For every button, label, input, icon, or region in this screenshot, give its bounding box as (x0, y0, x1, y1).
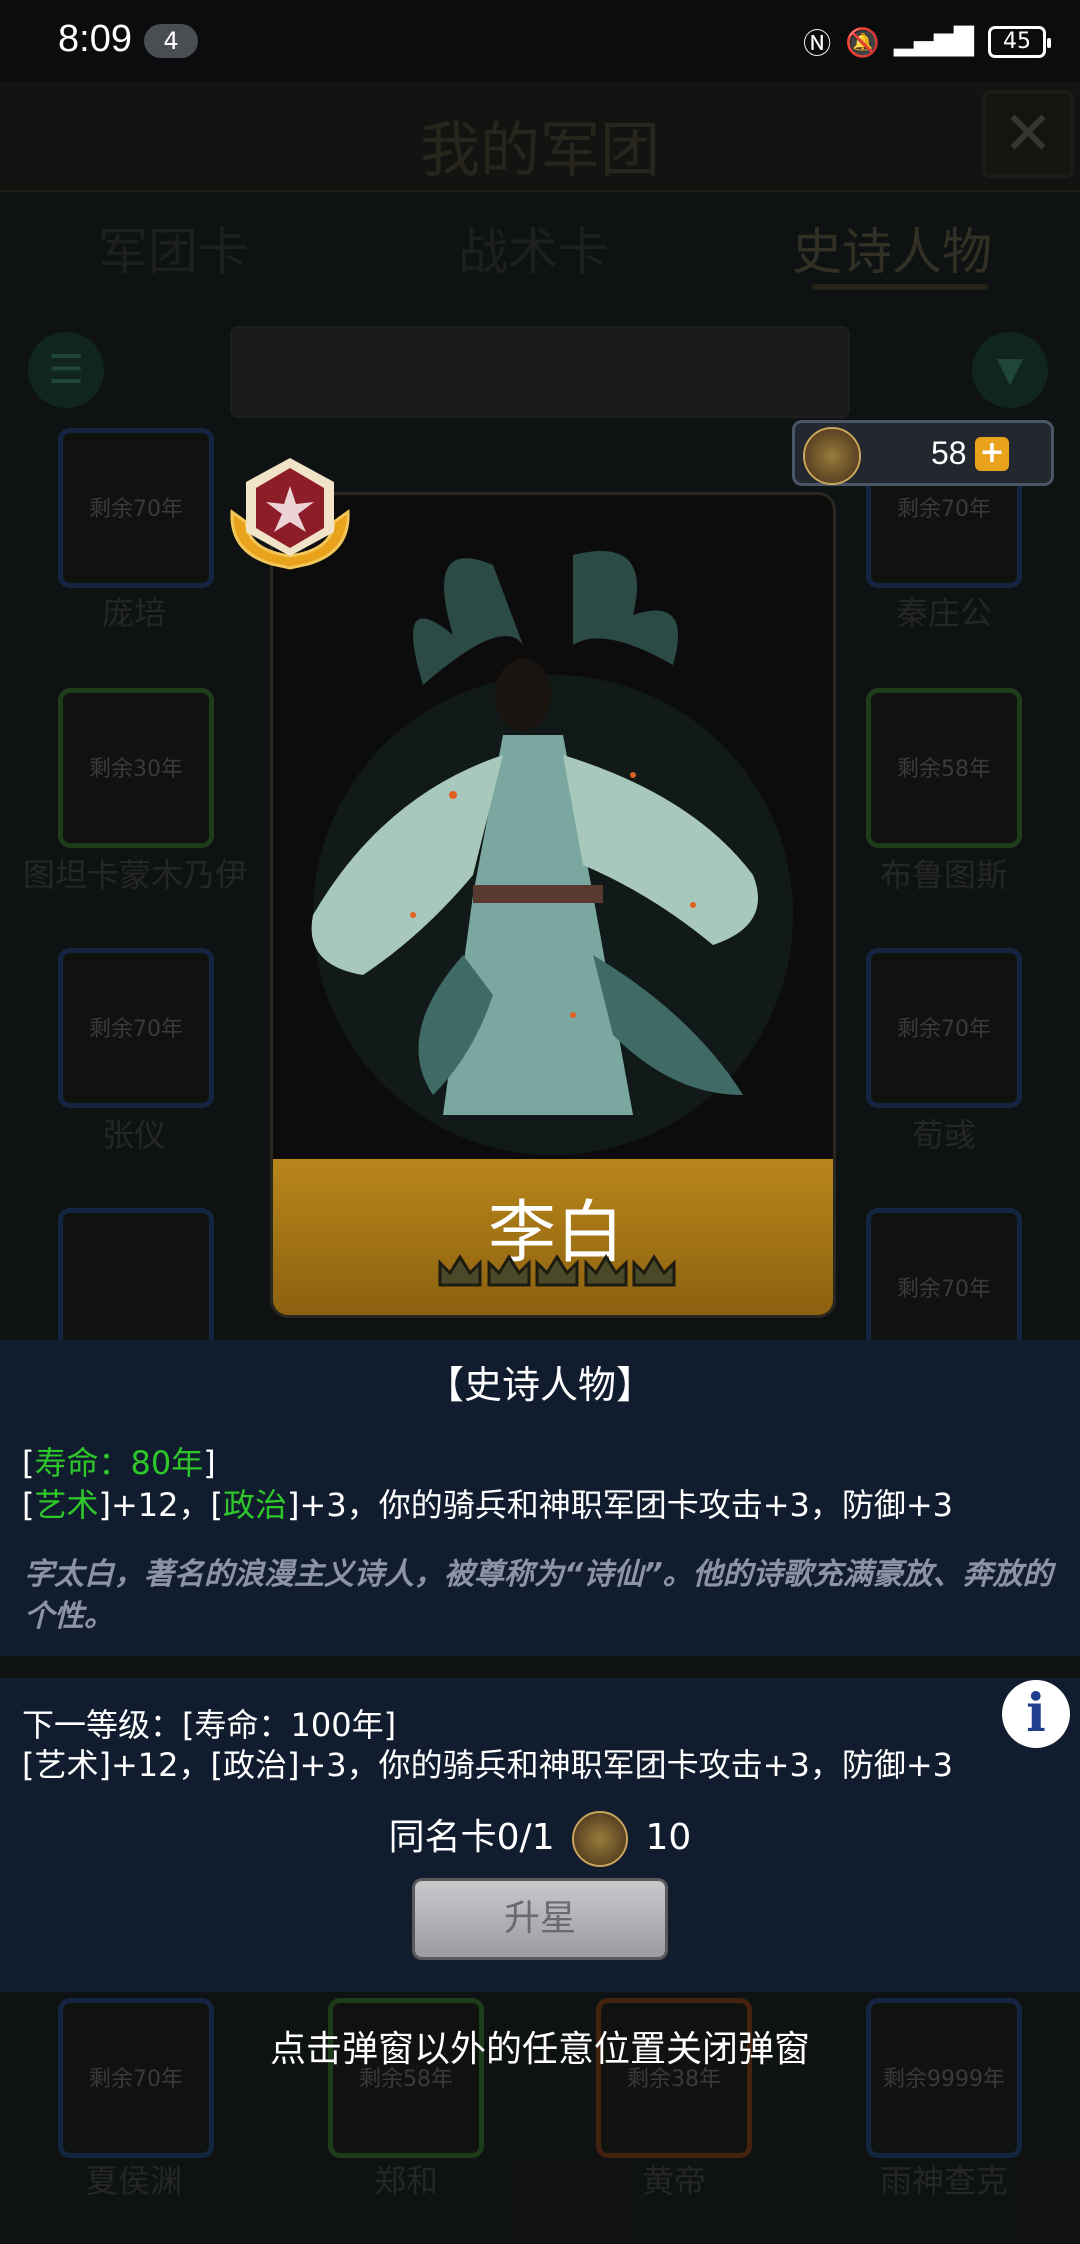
upgrade-star-button[interactable]: 升星 (412, 1878, 668, 1960)
crown-icon (487, 1254, 530, 1287)
attributes-line: [艺术]+12，[政治]+3，你的骑兵和神职军团卡攻击+3，防御+3 (22, 1486, 954, 1524)
status-bar: 8:09 4 Ⓝ 🔕 ▂▄▆█ 45 (0, 0, 1080, 82)
currency-pill: 58 + (792, 420, 1054, 486)
close-hint: 点击弹窗以外的任意位置关闭弹窗 (269, 2029, 810, 2070)
battery-level: 45 (1003, 29, 1031, 54)
currency-count: 58 (931, 435, 967, 471)
attr-rest: +3，你的骑兵和神职军团卡攻击+3，防御+3 (299, 1486, 954, 1524)
panel-title: 【史诗人物】 (425, 1363, 654, 1407)
attr-politics: 政治 (223, 1486, 288, 1524)
attr-art-value: +12， (110, 1486, 211, 1524)
crown-icon (438, 1254, 482, 1287)
flavor-text: 字太白，著名的浪漫主义诗人，被尊称为“诗仙”。他的诗歌充满豪放、奔放的个性。 (24, 1557, 1053, 1634)
upgrade-cost: 10 (645, 1817, 692, 1858)
status-time: 8:09 (58, 18, 132, 60)
status-icons: Ⓝ 🔕 ▂▄▆█ 45 (803, 22, 1051, 62)
mute-bell-icon: 🔕 (845, 25, 881, 59)
same-card-requirement: 同名卡0/1 10 (0, 1808, 1080, 1867)
legion-emblem-icon (803, 427, 861, 485)
add-currency-button[interactable]: + (975, 437, 1009, 471)
hero-card: 李白 (270, 492, 836, 1318)
epic-rank-badge-icon (230, 458, 350, 570)
signal-icon: ▂▄▆█ (894, 27, 974, 57)
crown-icon (632, 1254, 676, 1287)
lifespan-line: [寿命：80年] (22, 1444, 216, 1482)
legion-emblem-icon (572, 1811, 629, 1867)
same-card-label: 同名卡0/1 (388, 1817, 555, 1858)
next-level-attributes: [艺术]+12，[政治]+3，你的骑兵和神职军团卡攻击+3，防御+3 (22, 1746, 953, 1784)
notification-count-badge: 4 (144, 24, 198, 58)
star-rating (437, 1251, 677, 1301)
hero-info-panel: 【史诗人物】 [寿命：80年] [艺术]+12，[政治]+3，你的骑兵和神职军团… (0, 1340, 1080, 1656)
nfc-icon: Ⓝ (803, 27, 832, 60)
lifespan-text: 寿命：80年 (34, 1444, 204, 1482)
attr-art: 艺术 (34, 1486, 99, 1524)
crown-icon (584, 1254, 627, 1287)
hero-name-banner: 李白 (273, 1159, 833, 1315)
info-icon[interactable]: i (1002, 1680, 1070, 1748)
battery-icon: 45 (988, 26, 1051, 58)
hero-portrait (273, 495, 833, 1159)
crown-icon (535, 1254, 579, 1287)
upgrade-panel: 下一等级：[寿命：100年] [艺术]+12，[政治]+3，你的骑兵和神职军团卡… (0, 1678, 1080, 1992)
